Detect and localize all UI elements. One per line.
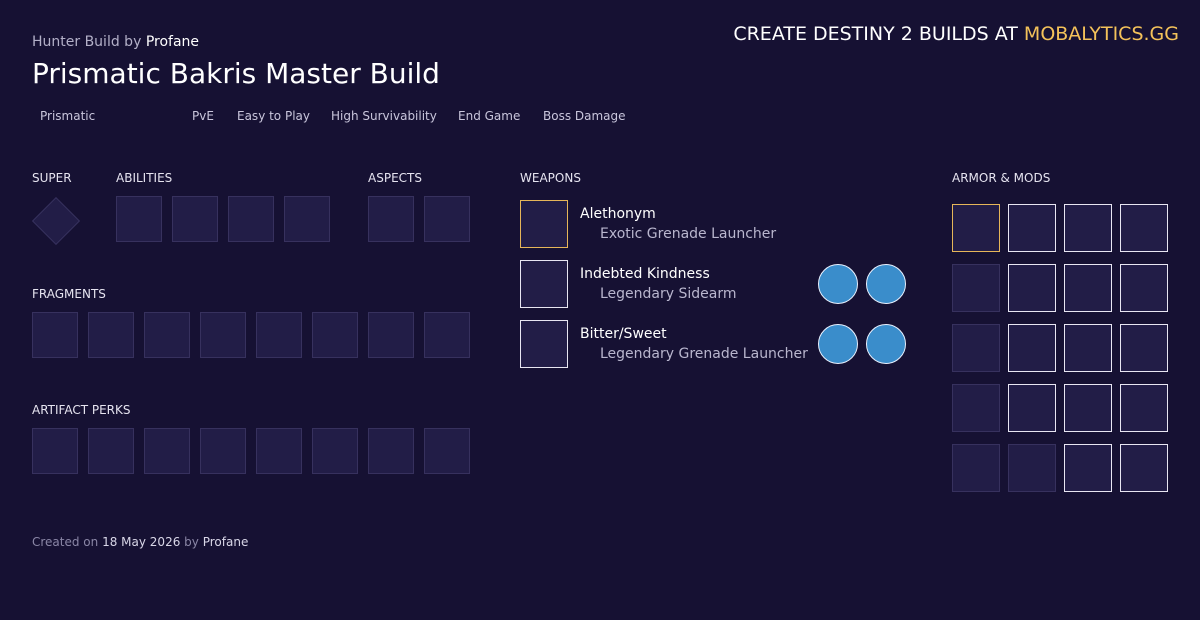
artifact-perk-slot[interactable]: [368, 428, 414, 474]
mod-slot[interactable]: [1008, 204, 1056, 252]
weapon-name[interactable]: Bitter/Sweet: [580, 326, 667, 342]
aspect-slot[interactable]: [368, 196, 414, 242]
fragment-slot[interactable]: [368, 312, 414, 358]
mod-slot[interactable]: [1064, 384, 1112, 432]
tag-end-game: End Game: [458, 109, 521, 123]
mod-slot[interactable]: [1064, 204, 1112, 252]
fragment-slot[interactable]: [88, 312, 134, 358]
mod-slot[interactable]: [1064, 444, 1112, 492]
fragment-slot[interactable]: [256, 312, 302, 358]
mod-slot[interactable]: [1120, 384, 1168, 432]
page-title: Prismatic Bakris Master Build: [32, 57, 440, 90]
weapon-perk-icon[interactable]: [866, 264, 906, 304]
ability-slot[interactable]: [284, 196, 330, 242]
fragment-slot[interactable]: [32, 312, 78, 358]
aspect-slot[interactable]: [424, 196, 470, 242]
artifact-perk-slot[interactable]: [200, 428, 246, 474]
armor-slot[interactable]: [952, 444, 1000, 492]
armor-slot[interactable]: [952, 264, 1000, 312]
artifact-perk-slot[interactable]: [312, 428, 358, 474]
tag-high-survivability: High Survivability: [331, 109, 437, 123]
ability-slot[interactable]: [228, 196, 274, 242]
weapon-type: Legendary Grenade Launcher: [600, 346, 808, 362]
weapon-perk-icon[interactable]: [818, 324, 858, 364]
promo-brand[interactable]: MOBALYTICS.GG: [1024, 23, 1179, 45]
armor-mods-label: ARMOR & MODS: [952, 171, 1051, 185]
armor-slot-exotic[interactable]: [952, 204, 1000, 252]
artifact-perk-slot[interactable]: [32, 428, 78, 474]
promo-text: CREATE DESTINY 2 BUILDS AT: [733, 23, 1018, 45]
weapon-type: Exotic Grenade Launcher: [600, 226, 777, 242]
fragments-label: FRAGMENTS: [32, 287, 106, 301]
created-prefix: Created on: [32, 535, 99, 549]
tag-boss-damage: Boss Damage: [543, 109, 626, 123]
fragment-slot[interactable]: [312, 312, 358, 358]
weapon-perk-icon[interactable]: [866, 324, 906, 364]
created-by: by: [184, 535, 199, 549]
tag-prismatic: Prismatic: [40, 109, 96, 123]
abilities-label: ABILITIES: [116, 171, 173, 185]
mod-slot[interactable]: [1008, 444, 1056, 492]
weapon-name[interactable]: Alethonym: [580, 206, 656, 222]
weapon-type: Legendary Sidearm: [600, 286, 737, 302]
artifact-perks-label: ARTIFACT PERKS: [32, 403, 131, 417]
mod-slot[interactable]: [1064, 324, 1112, 372]
tag-easy-to-play: Easy to Play: [237, 109, 310, 123]
subtitle-prefix: Hunter Build by: [32, 34, 142, 50]
fragment-slot[interactable]: [144, 312, 190, 358]
super-label: SUPER: [32, 171, 72, 185]
mod-slot[interactable]: [1120, 204, 1168, 252]
build-subtitle: Hunter Build by Profane: [32, 34, 199, 50]
artifact-perk-slot[interactable]: [424, 428, 470, 474]
aspects-label: ASPECTS: [368, 171, 422, 185]
mod-slot[interactable]: [1120, 324, 1168, 372]
artifact-perk-slot[interactable]: [144, 428, 190, 474]
author-link[interactable]: Profane: [146, 34, 199, 50]
ability-slot[interactable]: [116, 196, 162, 242]
mod-slot[interactable]: [1008, 324, 1056, 372]
mod-slot[interactable]: [1008, 264, 1056, 312]
mod-slot[interactable]: [1008, 384, 1056, 432]
weapon-name[interactable]: Indebted Kindness: [580, 266, 710, 282]
artifact-perk-slot[interactable]: [88, 428, 134, 474]
weapons-label: WEAPONS: [520, 171, 581, 185]
mod-slot[interactable]: [1120, 264, 1168, 312]
mod-slot[interactable]: [1120, 444, 1168, 492]
fragment-slot[interactable]: [424, 312, 470, 358]
armor-slot[interactable]: [952, 384, 1000, 432]
weapon-icon-alethonym[interactable]: [520, 200, 568, 248]
created-author-link[interactable]: Profane: [203, 535, 249, 549]
created-date: 18 May 2026: [102, 535, 181, 549]
artifact-perk-slot[interactable]: [256, 428, 302, 474]
created-info: Created on 18 May 2026 by Profane: [32, 535, 248, 549]
weapon-perk-icon[interactable]: [818, 264, 858, 304]
tag-pve: PvE: [192, 109, 214, 123]
fragment-slot[interactable]: [200, 312, 246, 358]
ability-slot[interactable]: [172, 196, 218, 242]
armor-slot[interactable]: [952, 324, 1000, 372]
super-icon[interactable]: [31, 196, 81, 246]
mod-slot[interactable]: [1064, 264, 1112, 312]
promo-banner[interactable]: CREATE DESTINY 2 BUILDS AT MOBALYTICS.GG: [733, 23, 1179, 45]
weapon-icon-indebted-kindness[interactable]: [520, 260, 568, 308]
weapon-icon-bitter-sweet[interactable]: [520, 320, 568, 368]
